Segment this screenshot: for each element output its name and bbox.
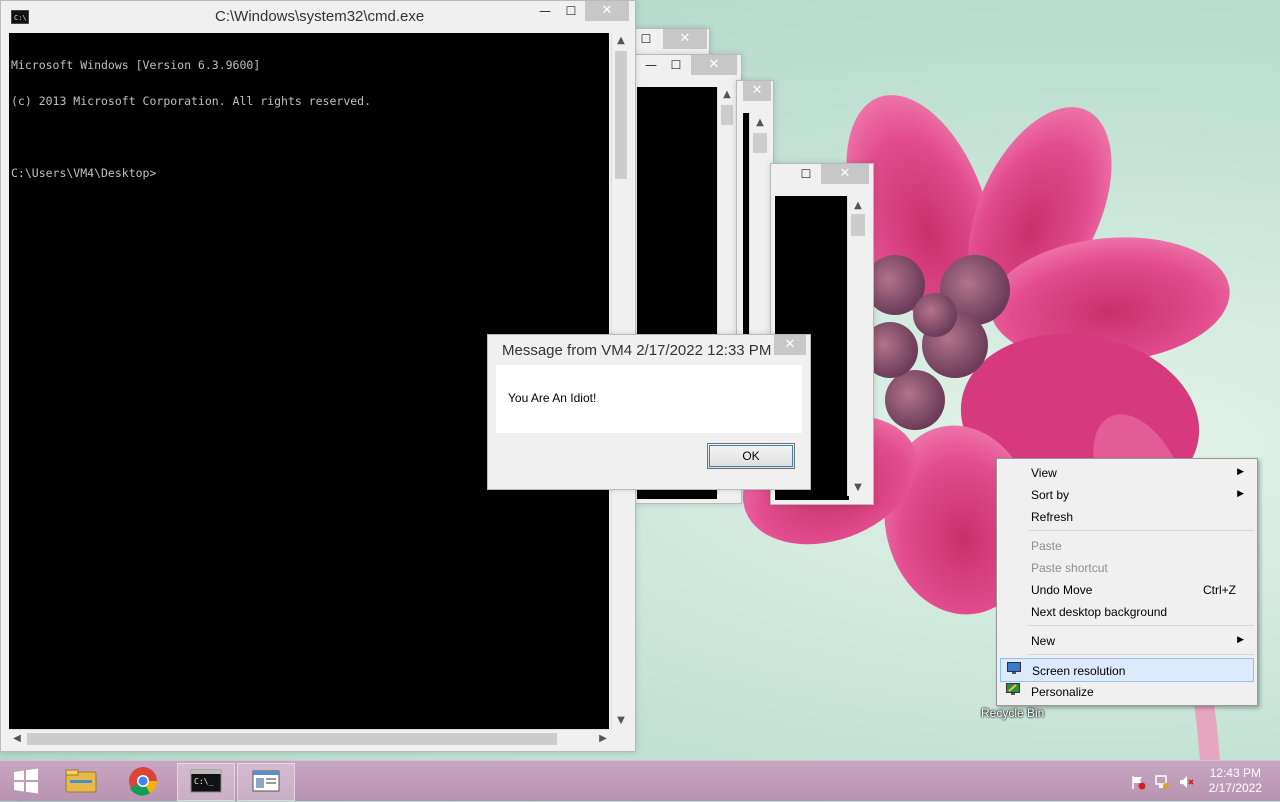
scroll-right-arrow-icon[interactable]: ▶ xyxy=(595,731,611,747)
menu-separator xyxy=(1028,654,1254,655)
window-title: C:\Windows\system32\cmd.exe xyxy=(215,8,425,25)
recycle-bin-label[interactable]: Recycle Bin xyxy=(981,706,1044,720)
dialog-body: You Are An Idiot! xyxy=(496,365,802,433)
maximize-button[interactable]: ☐ xyxy=(637,29,655,49)
svg-text:C:\_: C:\_ xyxy=(194,777,213,786)
maximize-button[interactable]: ☐ xyxy=(667,55,685,75)
clock-date: 2/17/2022 xyxy=(1208,781,1262,795)
vertical-scrollbar[interactable]: ▲ ▼ xyxy=(847,196,868,496)
close-button[interactable]: ✕ xyxy=(774,335,806,355)
menu-item-paste-shortcut[interactable]: Paste shortcut xyxy=(1000,556,1254,578)
menu-item-label: Paste shortcut xyxy=(1031,561,1108,575)
menu-item-label: Sort by xyxy=(1031,488,1070,502)
volume-muted-icon[interactable] xyxy=(1178,774,1194,790)
menu-item-personalize[interactable]: Personalize xyxy=(1000,680,1254,702)
scroll-thumb[interactable] xyxy=(851,214,865,236)
scroll-up-arrow-icon[interactable]: ▲ xyxy=(718,87,736,103)
menu-item-paste[interactable]: Paste xyxy=(1000,534,1254,556)
menu-item-label: Undo Move xyxy=(1031,583,1093,597)
menu-item-new[interactable]: New ▶ xyxy=(1000,629,1254,651)
submenu-arrow-icon: ▶ xyxy=(1237,634,1244,644)
file-explorer-icon xyxy=(65,769,97,793)
menu-item-next-desktop-background[interactable]: Next desktop background xyxy=(1000,600,1254,622)
scroll-thumb[interactable] xyxy=(615,51,627,179)
taskbar[interactable]: C:\_ 12:43 PM 2/17/2022 xyxy=(0,760,1280,801)
maximize-button[interactable]: ☐ xyxy=(561,1,581,21)
submenu-arrow-icon: ▶ xyxy=(1237,466,1244,476)
start-button[interactable] xyxy=(6,763,46,799)
scroll-thumb[interactable] xyxy=(27,733,557,745)
network-icon[interactable] xyxy=(1154,774,1170,790)
maximize-button[interactable]: ☐ xyxy=(797,164,815,184)
console-line: (c) 2013 Microsoft Corporation. All righ… xyxy=(11,94,372,108)
taskbar-chrome[interactable] xyxy=(118,763,168,799)
menu-item-refresh[interactable]: Refresh xyxy=(1000,505,1254,527)
menu-separator xyxy=(1028,530,1254,531)
scroll-down-arrow-icon[interactable]: ▼ xyxy=(848,480,868,496)
message-dialog[interactable]: Message from VM4 2/17/2022 12:33 PM ✕ Yo… xyxy=(487,334,811,490)
cmd-window-bg-3[interactable]: ✕ ▲ xyxy=(736,80,774,342)
scroll-up-arrow-icon[interactable]: ▲ xyxy=(750,115,770,131)
windows-logo-icon xyxy=(14,768,38,794)
close-button[interactable]: ✕ xyxy=(585,1,629,21)
desktop[interactable]: ☐ ✕ — ☐ ✕ ▲ ✕ ▲ ☐ ✕ ▲ ▼ C:\ C:\Windows\s… xyxy=(0,0,1280,760)
svg-text:C:\: C:\ xyxy=(14,14,27,22)
close-button[interactable]: ✕ xyxy=(821,164,869,184)
menu-item-label: Screen resolution xyxy=(1032,664,1126,678)
minimize-button[interactable]: — xyxy=(535,1,555,21)
menu-item-label: Paste xyxy=(1031,539,1062,553)
menu-item-label: New xyxy=(1031,634,1056,648)
menu-item-label: Personalize xyxy=(1031,685,1094,699)
submenu-arrow-icon: ▶ xyxy=(1237,488,1244,498)
console-prompt: C:\Users\VM4\Desktop> xyxy=(11,166,157,180)
menu-item-label: Next desktop background xyxy=(1031,605,1168,619)
window-app-icon xyxy=(252,770,280,792)
ok-button[interactable]: OK xyxy=(707,443,795,469)
cmd-icon: C:\ xyxy=(11,10,29,24)
console-line: Microsoft Windows [Version 6.3.9600] xyxy=(11,58,261,72)
scroll-left-arrow-icon[interactable]: ◀ xyxy=(9,731,25,747)
scroll-thumb[interactable] xyxy=(753,133,767,153)
title-bar[interactable]: C:\ C:\Windows\system32\cmd.exe — ☐ ✕ xyxy=(1,1,635,33)
cmd-icon: C:\_ xyxy=(190,769,222,793)
clock-time: 12:43 PM xyxy=(1209,766,1261,780)
menu-item-undo-move[interactable]: Undo Move Ctrl+Z xyxy=(1000,578,1254,600)
scroll-thumb[interactable] xyxy=(721,105,733,125)
minimize-button[interactable]: — xyxy=(643,55,659,75)
monitor-icon xyxy=(1007,662,1021,674)
menu-item-label: View xyxy=(1031,466,1057,480)
horizontal-scrollbar[interactable]: ◀ ▶ xyxy=(9,729,611,748)
close-button[interactable]: ✕ xyxy=(691,55,737,75)
menu-item-screen-resolution[interactable]: Screen resolution xyxy=(1000,658,1254,682)
menu-separator xyxy=(1028,625,1254,626)
action-center-flag-icon[interactable] xyxy=(1130,774,1146,790)
personalize-icon xyxy=(1006,683,1020,695)
taskbar-clock[interactable]: 12:43 PM 2/17/2022 xyxy=(1209,766,1262,796)
taskbar-file-explorer[interactable] xyxy=(56,763,106,799)
vertical-scrollbar[interactable]: ▲ xyxy=(749,113,770,338)
menu-shortcut: Ctrl+Z xyxy=(1203,583,1236,597)
menu-item-label: Refresh xyxy=(1031,510,1074,524)
desktop-context-menu[interactable]: View ▶ Sort by ▶ Refresh Paste Paste sho… xyxy=(996,458,1258,706)
taskbar-cmd[interactable]: C:\_ xyxy=(177,763,235,801)
dialog-message: You Are An Idiot! xyxy=(508,391,597,405)
taskbar-app-window[interactable] xyxy=(237,763,295,801)
scroll-up-arrow-icon[interactable]: ▲ xyxy=(848,198,868,214)
scroll-down-arrow-icon[interactable]: ▼ xyxy=(612,713,630,729)
chrome-icon xyxy=(129,767,157,796)
menu-item-sort-by[interactable]: Sort by ▶ xyxy=(1000,483,1254,505)
close-button[interactable]: ✕ xyxy=(663,29,707,49)
menu-item-view[interactable]: View ▶ xyxy=(1000,461,1254,483)
scroll-up-arrow-icon[interactable]: ▲ xyxy=(612,33,630,49)
close-button[interactable]: ✕ xyxy=(743,81,771,101)
dialog-title: Message from VM4 2/17/2022 12:33 PM xyxy=(502,342,772,359)
